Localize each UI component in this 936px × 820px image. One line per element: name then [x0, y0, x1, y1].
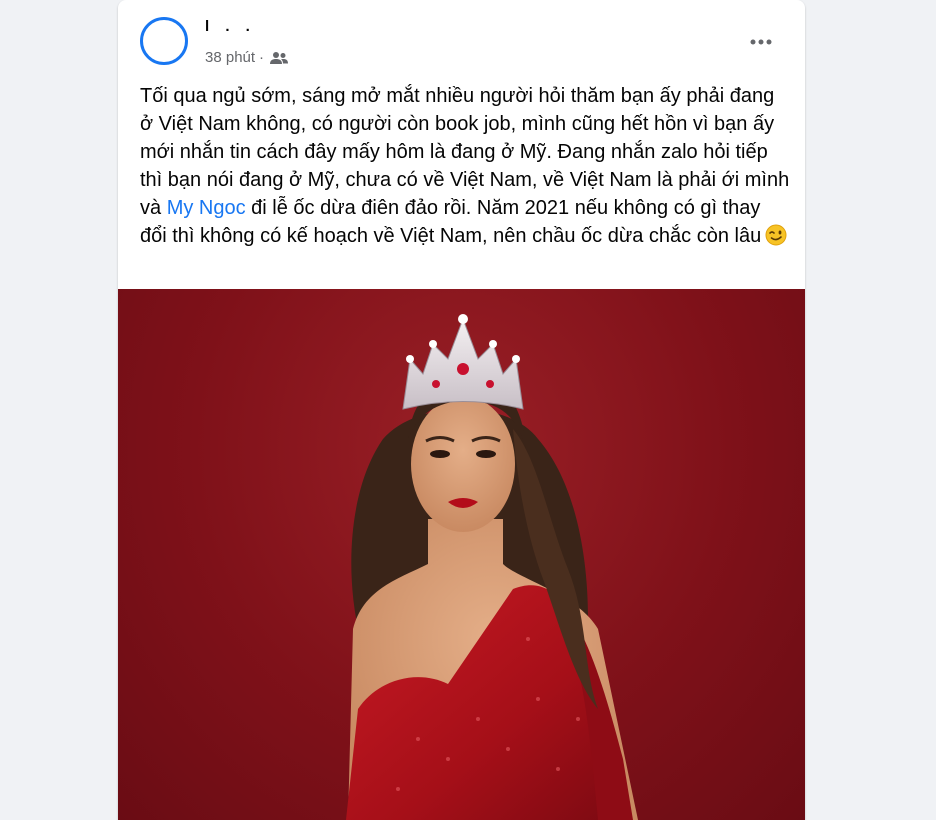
- wink-emoji-icon: [765, 224, 787, 246]
- mention-link[interactable]: My Ngoc: [167, 197, 246, 219]
- more-options-icon: [750, 39, 772, 45]
- photo-illustration: [346, 314, 638, 820]
- post-text: Tối qua ngủ sớm, sáng mở mắt nhiều người…: [140, 82, 790, 250]
- more-options-button[interactable]: [743, 28, 779, 56]
- meta-separator: ·: [259, 49, 265, 66]
- post-header: l . . 38 phút ·: [118, 0, 805, 80]
- post-card: l . . 38 phút · Tối qua ngủ sớm, sáng mở…: [118, 0, 805, 820]
- post-meta: 38 phút ·: [205, 49, 289, 66]
- friends-icon[interactable]: [270, 51, 289, 65]
- author-name[interactable]: l . .: [205, 18, 256, 35]
- post-photo[interactable]: [118, 289, 805, 820]
- post-time[interactable]: 38 phút: [205, 49, 255, 66]
- avatar[interactable]: [140, 17, 188, 65]
